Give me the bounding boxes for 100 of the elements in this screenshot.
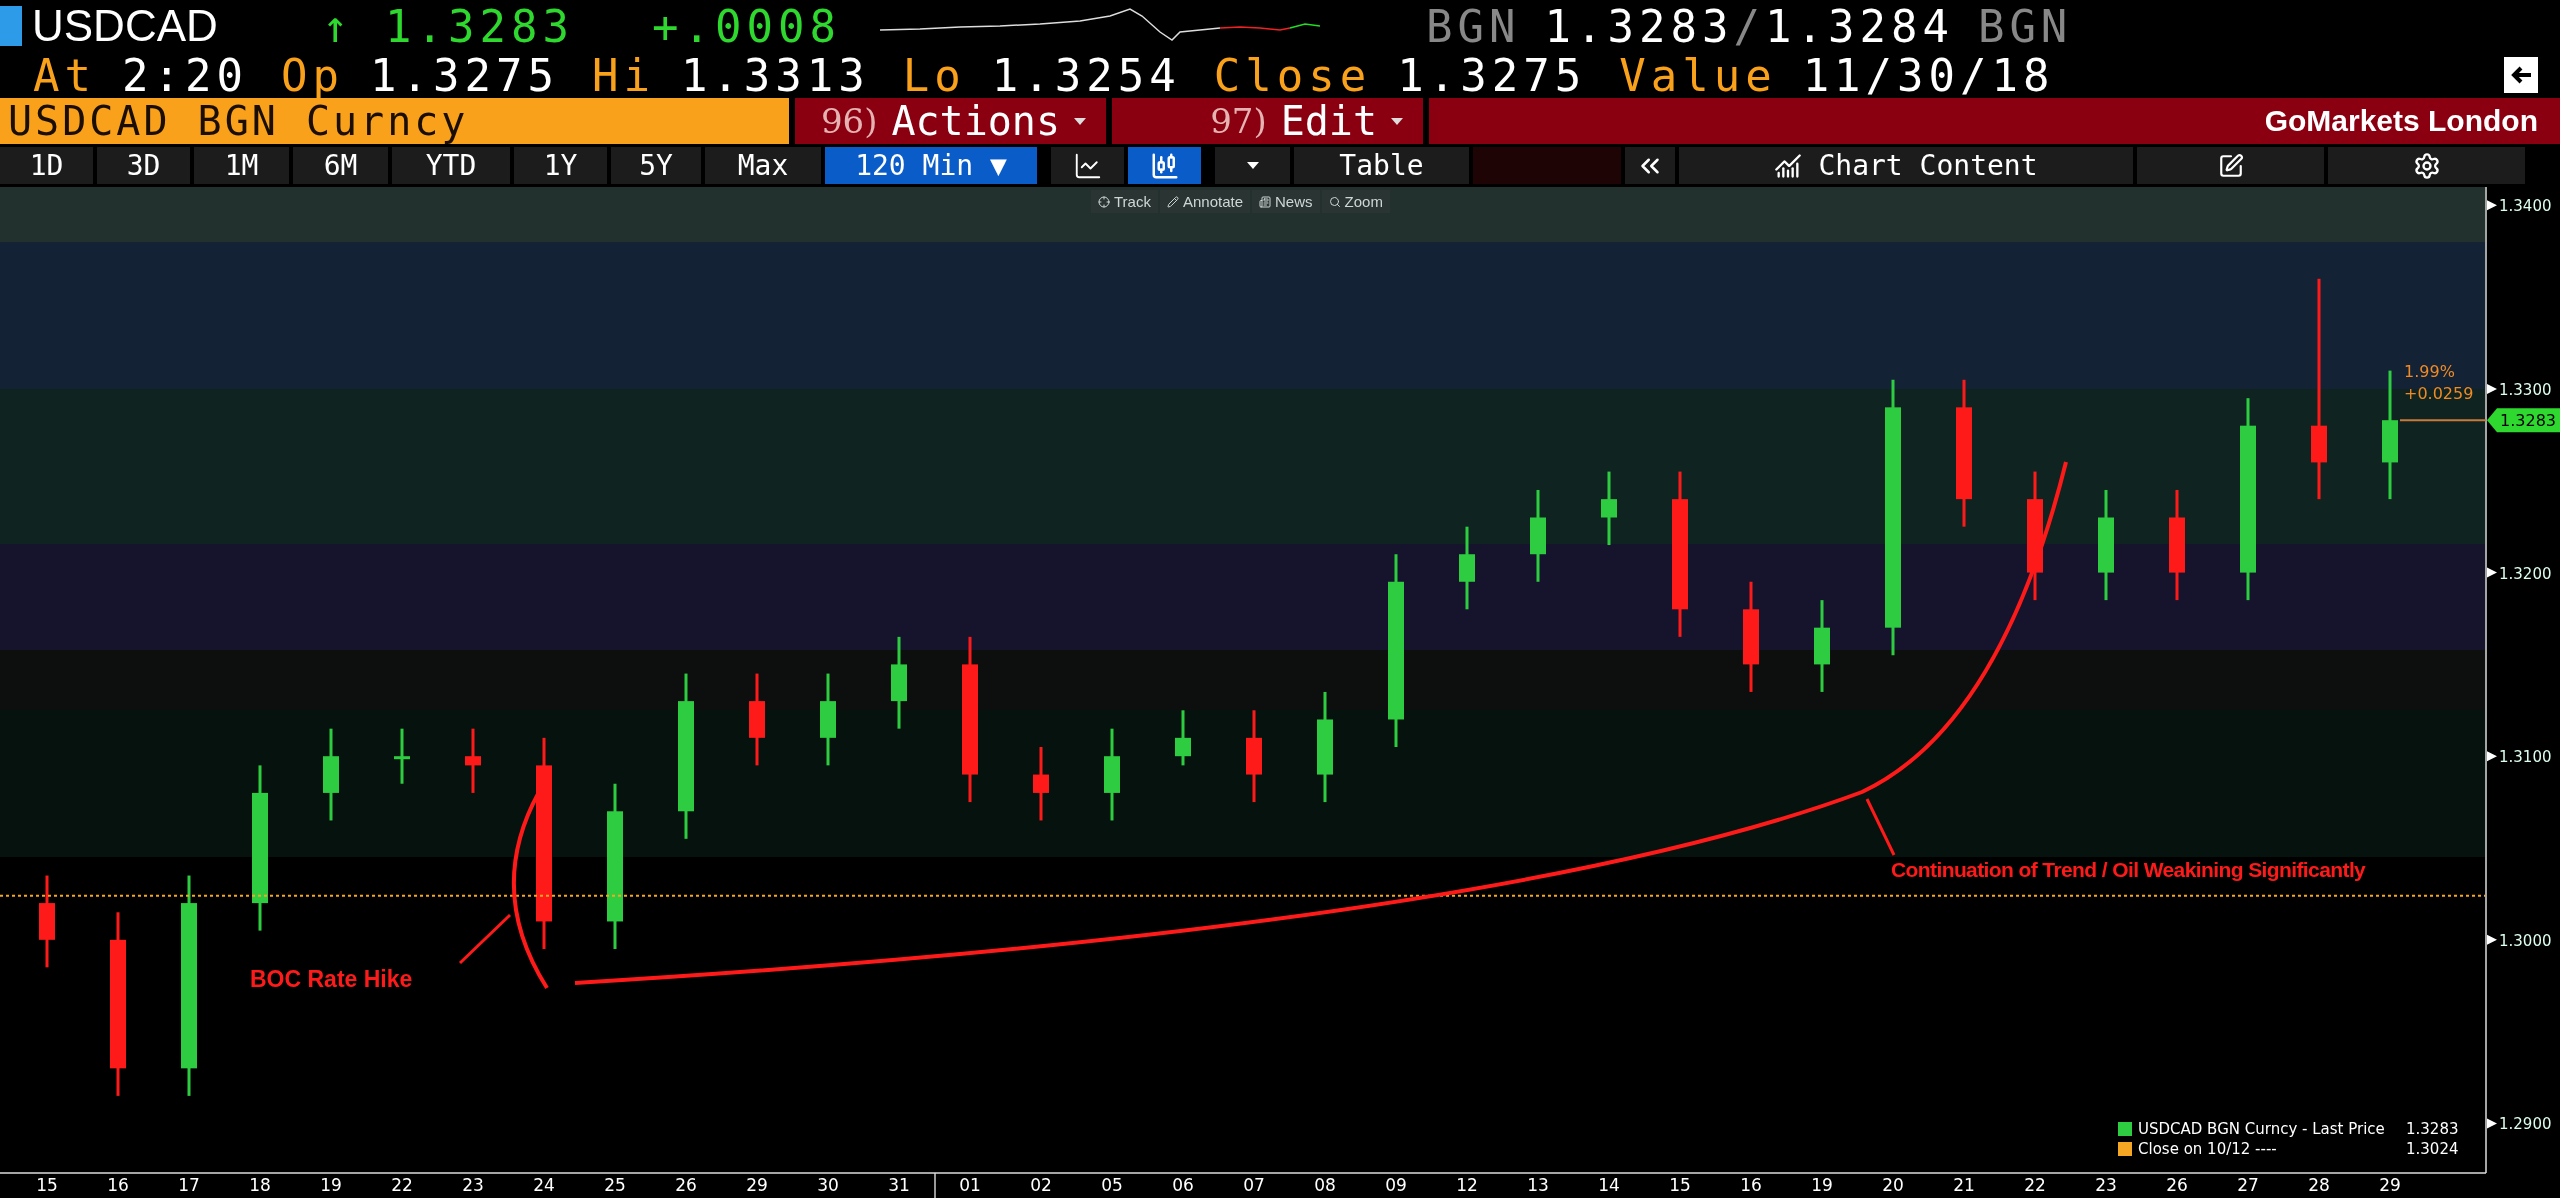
chart-tool-button[interactable]: Track [1091, 190, 1158, 213]
legend-label: USDCAD BGN Curncy - Last Price [2138, 1120, 2386, 1138]
security-field[interactable]: USDCAD BGN Curncy [0, 98, 789, 144]
axis-label: 12 [1456, 1175, 1478, 1195]
stat-label: At [33, 49, 96, 101]
axis-label: 26 [675, 1175, 697, 1195]
axis-label: 18 [249, 1175, 271, 1195]
axis-label: 08 [1314, 1175, 1336, 1195]
stat-label: Op [280, 49, 344, 101]
stat-value: 1.3254 [991, 49, 1181, 101]
y-tick-label: 1.3200 [2499, 564, 2552, 583]
axis-label: 01 [959, 1175, 981, 1195]
menu-button[interactable]: 96) Actions [795, 98, 1106, 144]
axis-label: 29 [2379, 1175, 2401, 1195]
legend-label: Close on 10/12 ---- [2138, 1140, 2278, 1158]
leader-line [1865, 798, 1896, 856]
axis-label: 13 [1527, 1175, 1549, 1195]
export-icon[interactable] [2504, 57, 2538, 93]
collapse-button[interactable] [1625, 147, 1675, 184]
candlestick [394, 728, 410, 784]
caret-icon [1391, 117, 1403, 125]
y-tick-label: 1.3400 [2499, 197, 2552, 216]
axis-label: 31 [888, 1175, 910, 1195]
axis-label: 24 [533, 1175, 555, 1195]
y-tick-label: 1.3100 [2499, 748, 2552, 767]
axis-label: 06 [1172, 1175, 1194, 1195]
stat-value: 1.3313 [680, 49, 870, 101]
stat-label: Value [1619, 49, 1777, 101]
price-separator: / [1733, 0, 1765, 52]
range-button[interactable]: 5Y [611, 147, 701, 184]
annotation-text: BOC Rate Hike [250, 966, 413, 992]
annotation-text: Continuation of Trend / Oil Weakining Significantly [1891, 858, 2366, 881]
edit-icon [2217, 152, 2244, 179]
stat-value: 1.3275 [369, 49, 559, 101]
chart-content-button[interactable]: Chart Content [1679, 147, 2133, 184]
axis-label: 15 [1669, 1175, 1691, 1195]
menu-button[interactable]: 97) Edit [1112, 98, 1423, 144]
axis-label: 29 [746, 1175, 768, 1195]
axis-label: 1.3000 [2487, 931, 2552, 950]
axis-label: 02 [1030, 1175, 1052, 1195]
range-button[interactable]: 3D [97, 147, 190, 184]
chart-tool-button[interactable]: Annotate [1159, 190, 1250, 213]
axis-label: 21 [1953, 1175, 1975, 1195]
chart-tool-button[interactable]: News [1252, 190, 1320, 213]
axis-label: 14 [1598, 1175, 1620, 1195]
y-tick-label: 1.2900 [2499, 1115, 2552, 1134]
axis-label: 1.3200 [2487, 564, 2552, 583]
news-icon [1259, 195, 1271, 208]
chart-style-button[interactable] [1051, 147, 1124, 184]
axis-label: 25 [604, 1175, 626, 1195]
axis-label: 07 [1243, 1175, 1265, 1195]
stat-value: 2:20 [122, 49, 248, 101]
axis-label: 28 [2308, 1175, 2330, 1195]
axis-label: 20 [1882, 1175, 1904, 1195]
axis-label: 15 [36, 1175, 58, 1195]
security-marker [0, 6, 22, 46]
candlestick [465, 728, 481, 793]
chart-tool-button[interactable]: Zoom [1321, 190, 1390, 213]
axis-label: 27 [2237, 1175, 2259, 1195]
legend-value: 1.3024 [2406, 1140, 2459, 1158]
y-tick-label: 1.3300 [2499, 380, 2552, 399]
axis-label: 23 [2095, 1175, 2117, 1195]
caret-icon [1246, 162, 1259, 169]
price-change: +.0008 [652, 0, 842, 52]
stat-label: Lo [902, 49, 966, 101]
range-button[interactable]: 6M [293, 147, 388, 184]
range-button[interactable]: YTD [392, 147, 510, 184]
range-button[interactable]: 1Y [514, 147, 607, 184]
stat-label: Hi [591, 49, 655, 101]
axis-label: 17 [178, 1175, 200, 1195]
settings-icon [2412, 151, 2441, 180]
leader-line [458, 913, 512, 965]
axis-label: 19 [320, 1175, 342, 1195]
ask-price: 1.3284 [1764, 0, 1954, 52]
bid-source: BGN [1426, 0, 1521, 52]
axis-label: 22 [391, 1175, 413, 1195]
interval-dropdown[interactable]: 120 Min ▼ [825, 147, 1037, 184]
range-button[interactable]: 1D [0, 147, 93, 184]
axis-label: 19 [1811, 1175, 1833, 1195]
stat-value: 1.3275 [1397, 49, 1587, 101]
settings-button[interactable] [2328, 147, 2525, 184]
price-tag: 1.3283 [2487, 408, 2560, 433]
legend-value: 1.3283 [2406, 1120, 2459, 1138]
brand-label: GoMarkets London [1429, 98, 2560, 144]
table-button[interactable]: Table [1294, 147, 1469, 184]
ticker-symbol: USDCAD [32, 1, 219, 51]
range-button[interactable]: Max [705, 147, 821, 184]
axis-label: 05 [1101, 1175, 1123, 1195]
axis-label: 1.3100 [2487, 748, 2552, 767]
axis-label: 1.2900 [2487, 1115, 2552, 1134]
edit-button[interactable] [2137, 147, 2324, 184]
ask-source: BGN [1977, 0, 2073, 52]
axis-label: 1.3300 [2487, 380, 2552, 399]
search-icon [1328, 195, 1341, 208]
chart-style-button[interactable] [1128, 147, 1201, 184]
last-price: ↑ 1.3283 [322, 0, 575, 52]
pencil-icon [1166, 195, 1179, 208]
stat-value: 11/30/18 [1802, 49, 2055, 101]
range-button[interactable]: 1M [194, 147, 289, 184]
change-value: +0.0259 [2404, 384, 2474, 403]
